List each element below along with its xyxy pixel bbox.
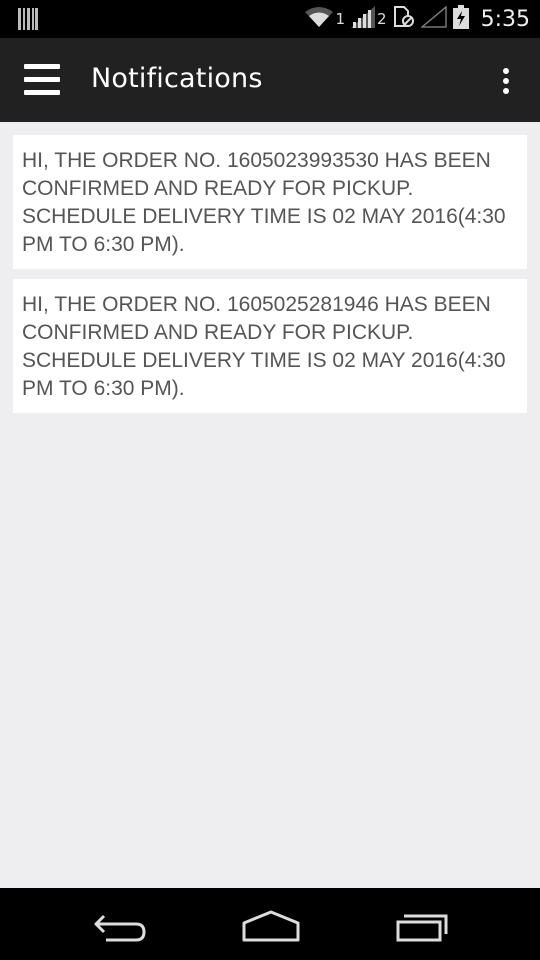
recent-apps-icon: [396, 914, 448, 942]
clock: 5:35: [480, 6, 530, 32]
back-icon: [94, 914, 146, 942]
navigation-bar: [0, 888, 540, 960]
status-bar: 1 2 5:35: [0, 0, 540, 38]
back-button[interactable]: [88, 906, 158, 946]
status-icons: 1 2 5:35: [304, 0, 530, 38]
battery-charging-icon: [452, 5, 469, 33]
notifications-content[interactable]: HI, THE ORDER NO. 1605023993530 HAS BEEN…: [0, 122, 540, 888]
barcode-notification-icon: [18, 8, 38, 34]
sim1-label: 1: [335, 10, 346, 28]
sim2-label: 2: [377, 10, 387, 28]
recent-apps-button[interactable]: [388, 906, 458, 946]
menu-button[interactable]: [14, 55, 70, 105]
signal-icon: [351, 6, 376, 32]
notification-item[interactable]: HI, THE ORDER NO. 1605023993530 HAS BEEN…: [13, 135, 527, 269]
sim-card-icon: [393, 6, 415, 32]
home-button[interactable]: [236, 906, 306, 946]
overflow-menu-button[interactable]: [488, 60, 524, 100]
no-signal-icon: [419, 5, 447, 32]
wifi-icon: [304, 6, 334, 32]
notification-item[interactable]: HI, THE ORDER NO. 1605025281946 HAS BEEN…: [13, 279, 527, 413]
home-icon: [242, 910, 300, 942]
page-title: Notifications: [91, 63, 263, 94]
app-bar: Notifications: [0, 38, 540, 122]
notification-list: HI, THE ORDER NO. 1605023993530 HAS BEEN…: [13, 135, 527, 423]
